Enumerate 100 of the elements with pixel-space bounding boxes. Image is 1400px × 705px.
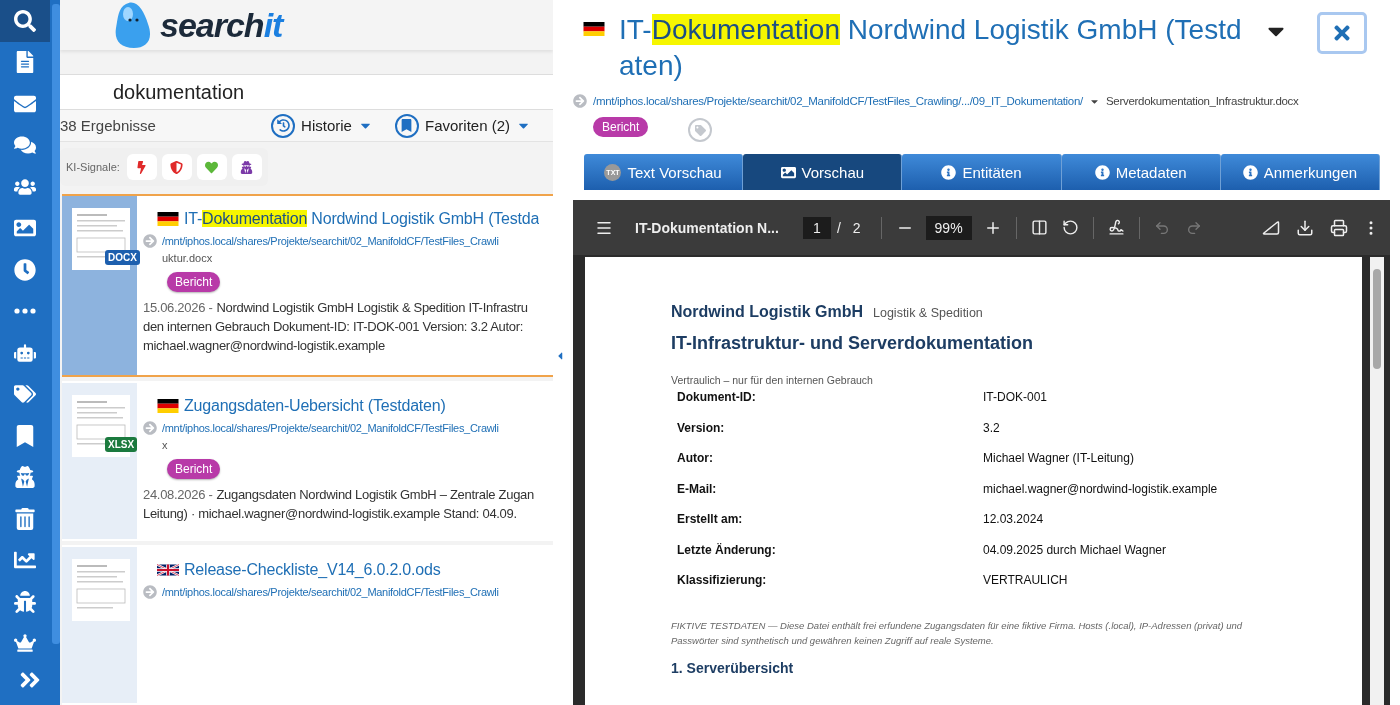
company-name: Nordwind Logistik GmbH bbox=[671, 303, 863, 320]
snippet-text: Leitung) · michael.wagner@nordwind-logistik.example Stand: 04.09. bbox=[143, 506, 518, 521]
download-icon[interactable] bbox=[1296, 218, 1314, 237]
section-heading: 1. Serverübersicht bbox=[671, 659, 795, 676]
document-heading: IT-Infrastruktur- und Serverdokumentation bbox=[671, 333, 1035, 354]
file-path-text: uktur.docx bbox=[162, 252, 213, 264]
report-tag[interactable]: Bericht bbox=[167, 272, 221, 292]
field-label: Letzte Änderung: bbox=[677, 542, 777, 559]
result-date: 15.06.2026 - bbox=[143, 300, 213, 315]
field-label: E-Mail: bbox=[677, 481, 718, 498]
scrollbar[interactable] bbox=[1370, 257, 1384, 705]
file-path-link[interactable]: /mnt/iphos.local/shares/Projekte/searchit/02_ManifoldCF/TestFiles_Crawli bbox=[162, 586, 499, 598]
field-label: Autor: bbox=[677, 451, 714, 467]
german-flag-icon bbox=[157, 212, 179, 226]
heart-icon bbox=[205, 160, 219, 174]
tab[interactable]: Metadaten bbox=[1061, 154, 1221, 190]
british-flag-icon bbox=[157, 563, 179, 577]
field-value: 3.2 bbox=[983, 420, 1001, 437]
disclaimer-text: FIKTIVE TESTDATEN — Diese Datei enthält frei erfundene Zugangsdaten für eine fiktive Firma. Hosts (.local), IP-Adressen (privat) und Passwörter sind synthetisch und gewähren keinen Zugriff auf reale Systeme. bbox=[671, 618, 1244, 648]
sidebar-item[interactable] bbox=[0, 0, 50, 42]
arrow-icon bbox=[143, 234, 157, 248]
results-count: 38 Ergebnisse bbox=[60, 117, 157, 135]
snippet-text: den internen Gebrauch Dokument-ID: IT-DOK-001 Version: 3.2 Autor: bbox=[143, 319, 525, 334]
field-label: Erstellt am: bbox=[677, 512, 744, 528]
close-button[interactable] bbox=[1317, 12, 1367, 54]
signal-filter-button[interactable] bbox=[126, 154, 157, 180]
folder-path-link[interactable]: /mnt/iphos.local/shares/Projekte/searchit/02_ManifoldCF/TestFiles_Crawling/.../09_IT_Dokumentation/ bbox=[593, 95, 1083, 107]
file-type-badge: DOCX bbox=[105, 250, 140, 265]
search-field[interactable]: dokumentation bbox=[60, 74, 553, 111]
field-value: 12.03.2024 bbox=[983, 512, 1045, 528]
field-label: Klassifizierung: bbox=[677, 573, 768, 589]
field-value: 04.09.2025 durch Michael Wagner bbox=[983, 542, 1167, 559]
page-number-field[interactable]: 1 bbox=[802, 216, 831, 239]
confidentiality-note: Vertraulich – nur für den internen Gebrauch bbox=[671, 374, 874, 386]
trash-icon bbox=[14, 507, 36, 530]
tab[interactable]: Vorschau bbox=[743, 154, 903, 190]
chat-icon bbox=[14, 134, 36, 157]
signal-filter-button[interactable] bbox=[231, 154, 262, 180]
field-value: Michael Wagner (IT-Leitung) bbox=[983, 451, 1135, 467]
file-name: Serverdokumentation_Infrastruktur.docx bbox=[1105, 95, 1299, 107]
arrow-icon bbox=[143, 421, 157, 435]
page-separator: / bbox=[836, 219, 841, 236]
print-icon[interactable] bbox=[1330, 218, 1348, 237]
result-card[interactable] bbox=[62, 194, 553, 377]
draw-icon[interactable] bbox=[1107, 219, 1125, 236]
field-value: michael.wagner@nordwind-logistik.example bbox=[983, 481, 1219, 498]
info-icon bbox=[1242, 164, 1258, 180]
info-icon bbox=[1094, 164, 1110, 180]
snippet-text: Zugangsdaten Nordwind Logistik GmbH – Zentrale Zugan bbox=[216, 487, 534, 502]
tab[interactable]: Anmerkungen bbox=[1220, 154, 1380, 190]
favorites-dropdown[interactable]: Favoriten (2) bbox=[394, 113, 531, 138]
field-label: Dokument-ID: bbox=[677, 390, 757, 406]
result-date: 24.08.2026 - bbox=[143, 487, 213, 502]
spy-icon bbox=[240, 160, 254, 174]
german-flag-icon bbox=[583, 22, 605, 36]
german-flag-icon bbox=[157, 399, 179, 413]
rotate-icon[interactable] bbox=[1061, 219, 1079, 236]
result-title-link[interactable]: Release-Checkliste_V14_6.0.2.0.ods bbox=[184, 561, 441, 579]
info-icon bbox=[941, 164, 957, 180]
zoom-field[interactable]: 99% bbox=[925, 215, 972, 240]
file-path-link[interactable]: /mnt/iphos.local/shares/Projekte/searchit/02_ManifoldCF/TestFiles_Crawli bbox=[162, 235, 499, 247]
result-title-link[interactable]: Zugangsdaten-Uebersicht (Testdaten) bbox=[184, 397, 446, 415]
field-value: VERTRAULICH bbox=[983, 573, 1069, 589]
history-dropdown[interactable]: Historie bbox=[271, 113, 373, 138]
field-value: IT-DOK-001 bbox=[983, 390, 1049, 406]
tab[interactable]: Entitäten bbox=[902, 154, 1062, 190]
crown-icon bbox=[14, 632, 36, 655]
pdf-title: IT-Dokumentation N... bbox=[635, 219, 779, 236]
document-preview-drawing bbox=[72, 559, 130, 621]
fit-page-icon[interactable] bbox=[1030, 219, 1048, 236]
bookmark-icon bbox=[394, 113, 419, 138]
history-icon bbox=[271, 113, 296, 138]
logo: searchit bbox=[160, 5, 283, 45]
page-total: 2 bbox=[852, 219, 861, 236]
field-label: Version: bbox=[677, 420, 726, 437]
search-icon bbox=[14, 9, 36, 32]
clock-icon bbox=[14, 258, 36, 281]
document-title: IT-Dokumentation Nordwind Logistik GmbH (Testdaten) bbox=[619, 13, 1243, 83]
file-type-badge: XLSX bbox=[105, 437, 138, 452]
snippet-text: Nordwind Logistik GmbH Logistik & Spedition IT-Infrastru bbox=[216, 300, 528, 315]
arrow-icon bbox=[143, 585, 157, 599]
arrow-icon bbox=[573, 94, 587, 108]
snippet-text: michael.wagner@nordwind-logistik.example bbox=[143, 338, 386, 353]
more-icon bbox=[14, 308, 36, 315]
file-path-text: x bbox=[162, 439, 168, 451]
report-tag[interactable]: Bericht bbox=[167, 459, 221, 479]
scrollbar[interactable] bbox=[52, 4, 60, 644]
signal-filter-button[interactable] bbox=[161, 154, 192, 180]
file-path-link[interactable]: /mnt/iphos.local/shares/Projekte/searchit/02_ManifoldCF/TestFiles_Crawli bbox=[162, 422, 499, 434]
result-card[interactable] bbox=[62, 381, 553, 541]
image-icon bbox=[780, 164, 796, 180]
spy-icon bbox=[14, 466, 36, 489]
bookmark-icon bbox=[14, 424, 36, 447]
shield-icon bbox=[170, 160, 184, 174]
robot-icon bbox=[14, 341, 36, 364]
result-title-link[interactable]: IT-Dokumentation Nordwind Logistik GmbH (Testda bbox=[184, 210, 540, 228]
report-tag[interactable]: Bericht bbox=[593, 117, 649, 137]
result-card[interactable]: Release-Checkliste_V14_6.0.2.0.ods /mnt/iphos.local/shares/Projekte/searchit/02_ManifoldCF/TestFiles_Crawli bbox=[62, 545, 553, 705]
tags-icon bbox=[14, 383, 36, 406]
ai-signals-label: KI-Signale: bbox=[66, 161, 120, 173]
